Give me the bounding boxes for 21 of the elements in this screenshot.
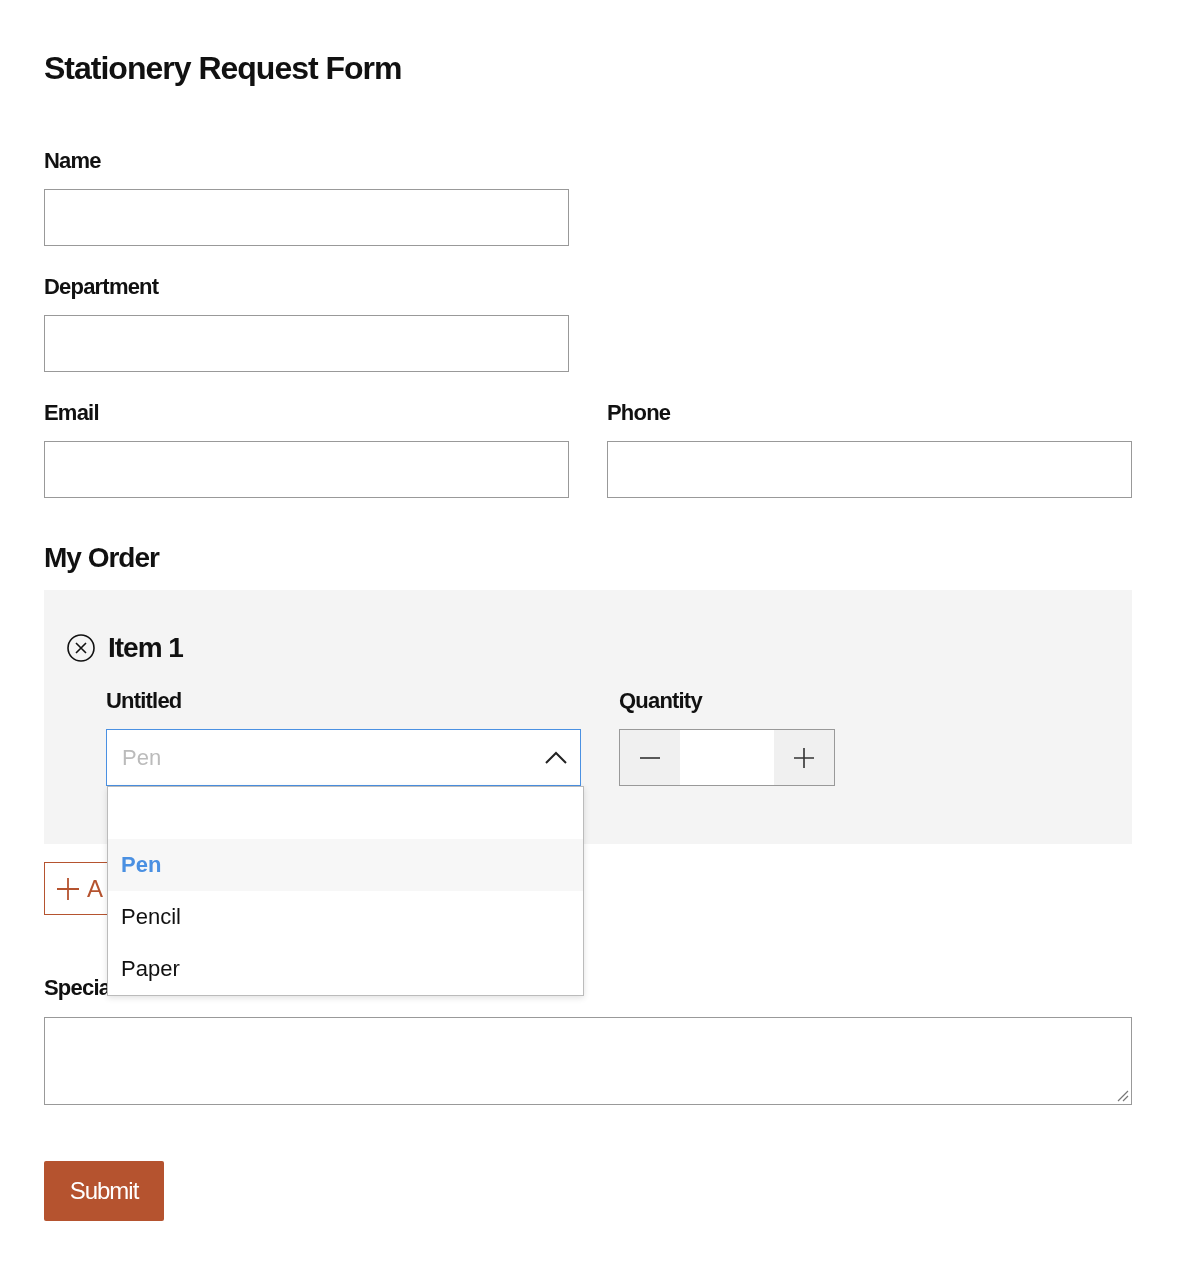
- dropdown-option[interactable]: Paper: [108, 943, 583, 995]
- input-field[interactable]: [607, 441, 1132, 498]
- plus-icon: [57, 877, 79, 900]
- chevron-icon: [544, 750, 568, 765]
- submit-button[interactable]: Submit: [44, 1161, 164, 1221]
- text-area[interactable]: [44, 1017, 1132, 1105]
- section-heading: My Order: [44, 541, 161, 575]
- field-label: Email: [44, 399, 100, 427]
- field-label: Phone: [607, 399, 672, 427]
- form-title: Stationery Request Form: [44, 49, 403, 88]
- field-label: Name: [44, 147, 102, 175]
- field-label: Untitled: [106, 687, 183, 715]
- remove-icon[interactable]: [66, 633, 96, 663]
- input-field[interactable]: [44, 441, 569, 498]
- field-label: Department: [44, 273, 160, 301]
- dropdown-option[interactable]: Pencil: [108, 891, 583, 943]
- input-field[interactable]: [44, 315, 569, 372]
- input-field[interactable]: [44, 189, 569, 246]
- field-label: Quantity: [619, 687, 704, 715]
- item-title: Item 1: [108, 631, 183, 665]
- resize-handle-icon[interactable]: [1115, 1088, 1129, 1102]
